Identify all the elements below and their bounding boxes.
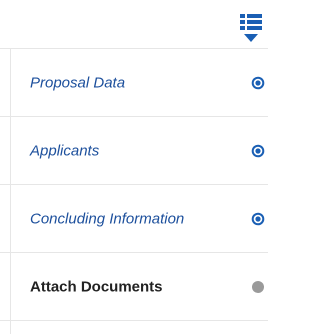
step-navigation: Proposal Data Applicants Concluding Info…: [0, 48, 268, 335]
nav-item-label: Proposal Data: [30, 74, 126, 91]
nav-item-proposal-data[interactable]: Proposal Data: [0, 49, 268, 117]
top-bar: [0, 0, 268, 48]
nav-item-label: Applicants: [30, 142, 100, 159]
complete-target-icon: [251, 212, 265, 226]
nav-item-label: Attach Documents: [30, 278, 163, 295]
complete-target-icon: [251, 144, 265, 158]
nav-item-label: Concluding Information: [30, 210, 185, 227]
nav-item-applicants[interactable]: Applicants: [0, 117, 268, 185]
nav-item-attach-documents[interactable]: Attach Documents: [0, 253, 268, 321]
complete-target-icon: [251, 76, 265, 90]
pending-dot-icon: [251, 280, 265, 294]
nav-item-concluding-information[interactable]: Concluding Information: [0, 185, 268, 253]
